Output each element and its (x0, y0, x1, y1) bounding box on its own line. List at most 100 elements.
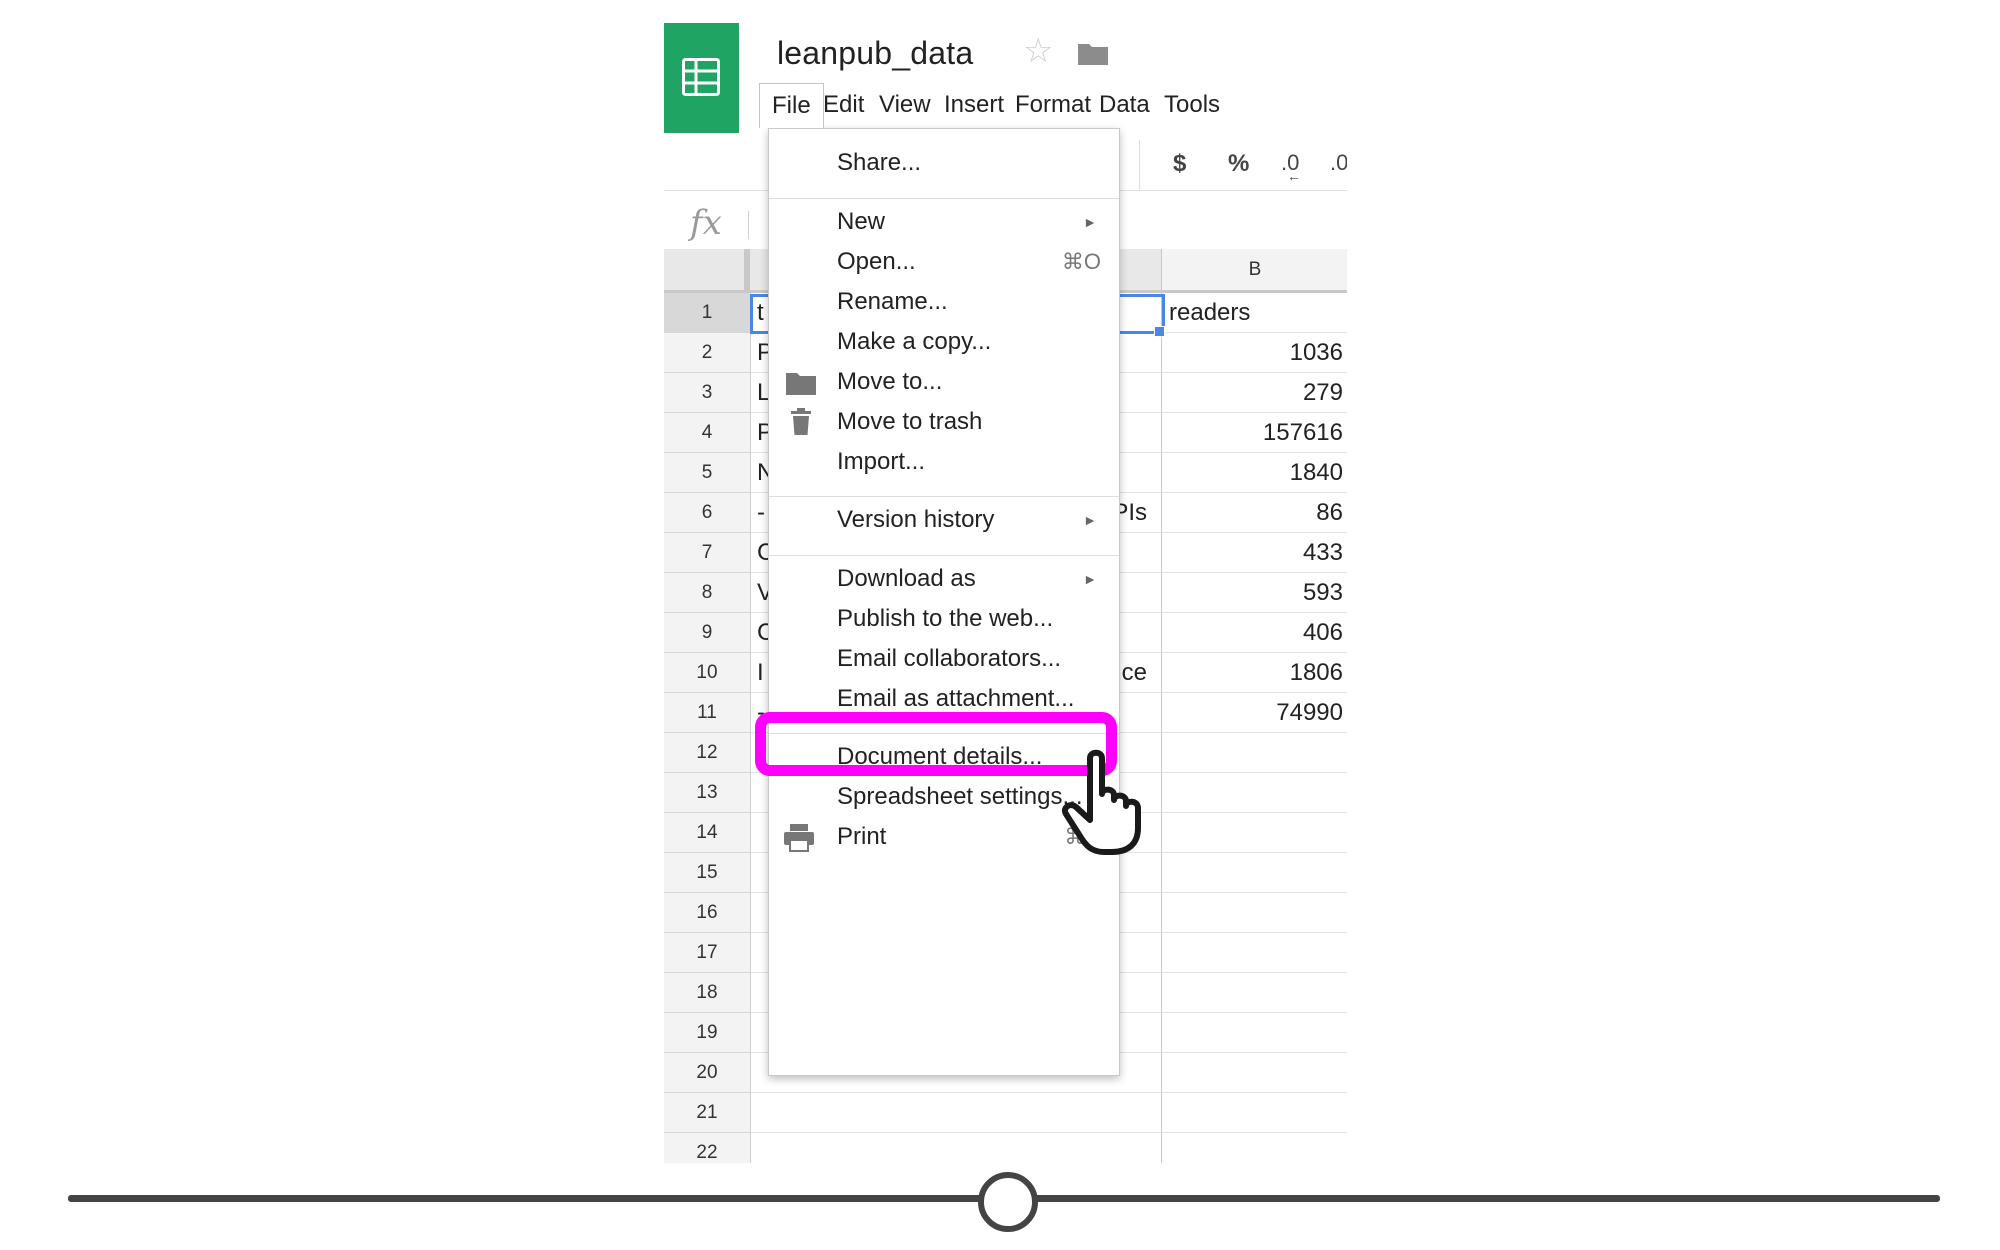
cell-a[interactable] (750, 1093, 1161, 1133)
table-row: 22 (664, 1133, 1347, 1163)
printer-icon (783, 824, 815, 857)
menu-item-open[interactable]: Open... ⌘O (769, 240, 1119, 284)
row-header[interactable]: 9 (664, 613, 750, 653)
timeline-knob[interactable] (978, 1172, 1038, 1232)
row-header[interactable]: 11 (664, 693, 750, 733)
cell-b[interactable] (1161, 773, 1347, 813)
cell-a-text: - (757, 499, 765, 526)
row-header[interactable]: 21 (664, 1093, 750, 1133)
star-icon[interactable]: ☆ (1023, 34, 1053, 68)
menu-tools[interactable]: Tools (1164, 83, 1220, 127)
menu-item-publish-to-web[interactable]: Publish to the web... (769, 597, 1119, 641)
menu-item-make-copy[interactable]: Make a copy... (769, 320, 1119, 364)
menu-item-import[interactable]: Import... (769, 440, 1119, 484)
select-all-corner[interactable] (664, 249, 750, 293)
menu-view[interactable]: View (879, 83, 931, 127)
menu-item-download-as[interactable]: Download as ► (769, 557, 1119, 601)
fill-handle[interactable] (1154, 326, 1165, 337)
menu-item-label: Import... (837, 448, 926, 475)
cell-b[interactable] (1161, 1093, 1347, 1133)
cell-b[interactable]: 406 (1161, 613, 1347, 653)
fx-icon: fx (690, 203, 722, 243)
menu-edit[interactable]: Edit (823, 83, 864, 127)
currency-format-button[interactable]: $ (1173, 150, 1186, 178)
menu-item-label: Email collaborators... (837, 645, 1062, 672)
cell-b[interactable]: 1036 (1161, 333, 1347, 373)
document-title[interactable]: leanpub_data (777, 35, 973, 72)
menu-item-label: Move to trash (837, 408, 983, 435)
row-header[interactable]: 4 (664, 413, 750, 453)
cell-b[interactable]: readers (1161, 293, 1347, 333)
cell-b[interactable] (1161, 1013, 1347, 1053)
column-header-b[interactable]: B (1161, 249, 1347, 293)
menu-format[interactable]: Format (1015, 83, 1091, 127)
submenu-arrow-icon: ► (1083, 571, 1097, 587)
row-header[interactable]: 13 (664, 773, 750, 813)
cell-b[interactable] (1161, 733, 1347, 773)
row-header[interactable]: 6 (664, 493, 750, 533)
menu-separator (769, 555, 1119, 556)
increase-decimal-button[interactable]: .0 (1330, 150, 1347, 176)
menu-item-label: Open... (837, 248, 916, 275)
row-header[interactable]: 14 (664, 813, 750, 853)
row-header[interactable]: 20 (664, 1053, 750, 1093)
menu-item-new[interactable]: New ► (769, 200, 1119, 244)
row-header[interactable]: 15 (664, 853, 750, 893)
menu-item-label: Version history (837, 506, 995, 533)
row-header[interactable]: 5 (664, 453, 750, 493)
menu-data[interactable]: Data (1099, 83, 1150, 127)
row-header[interactable]: 2 (664, 333, 750, 373)
cell-b[interactable]: 86 (1161, 493, 1347, 533)
cell-b[interactable]: 593 (1161, 573, 1347, 613)
menu-separator (769, 496, 1119, 497)
menu-item-label: Move to... (837, 368, 943, 395)
row-header[interactable]: 12 (664, 733, 750, 773)
menu-separator (769, 198, 1119, 199)
row-header[interactable]: 7 (664, 533, 750, 573)
percent-format-button[interactable]: % (1228, 150, 1249, 178)
cell-b[interactable] (1161, 813, 1347, 853)
row-header[interactable]: 10 (664, 653, 750, 693)
menu-item-move-to[interactable]: Move to... (769, 360, 1119, 404)
cell-b[interactable]: 433 (1161, 533, 1347, 573)
row-header[interactable]: 17 (664, 933, 750, 973)
cell-b[interactable] (1161, 1053, 1347, 1093)
cell-b[interactable]: 1840 (1161, 453, 1347, 493)
cell-b[interactable]: 74990 (1161, 693, 1347, 733)
cell-b[interactable] (1161, 853, 1347, 893)
row-header[interactable]: 3 (664, 373, 750, 413)
folder-icon (785, 370, 817, 401)
decrease-decimal-button[interactable]: .0 ← (1281, 150, 1301, 184)
menu-item-version-history[interactable]: Version history ► (769, 498, 1119, 542)
row-header[interactable]: 1 (664, 293, 750, 333)
table-row: 21 (664, 1093, 1347, 1133)
cell-b[interactable] (1161, 893, 1347, 933)
row-header[interactable]: 22 (664, 1133, 750, 1163)
shortcut-label: ⌘O (1061, 249, 1101, 274)
menu-item-rename[interactable]: Rename... (769, 280, 1119, 324)
menu-item-share[interactable]: Share... (769, 141, 1119, 185)
row-header[interactable]: 19 (664, 1013, 750, 1053)
menu-item-label: Download as (837, 565, 976, 592)
cell-b[interactable] (1161, 1133, 1347, 1163)
submenu-arrow-icon: ► (1083, 512, 1097, 528)
cell-b[interactable]: 157616 (1161, 413, 1347, 453)
cell-b[interactable] (1161, 973, 1347, 1013)
formula-divider (748, 211, 749, 239)
menu-item-move-to-trash[interactable]: Move to trash (769, 400, 1119, 444)
cell-a[interactable] (750, 1133, 1161, 1163)
left-arrow-icon: ← (1287, 168, 1301, 184)
sheets-logo-icon[interactable] (664, 23, 739, 133)
menu-item-email-collaborators[interactable]: Email collaborators... (769, 637, 1119, 681)
row-header[interactable]: 16 (664, 893, 750, 933)
menu-insert[interactable]: Insert (944, 83, 1004, 127)
folder-icon[interactable] (1077, 42, 1109, 71)
cell-b[interactable]: 1806 (1161, 653, 1347, 693)
menu-item-label: Spreadsheet settings... (837, 783, 1083, 810)
row-header[interactable]: 8 (664, 573, 750, 613)
row-header[interactable]: 18 (664, 973, 750, 1013)
cell-b[interactable]: 279 (1161, 373, 1347, 413)
cell-b[interactable] (1161, 933, 1347, 973)
submenu-arrow-icon: ► (1083, 214, 1097, 230)
menu-file[interactable]: File (759, 83, 824, 128)
